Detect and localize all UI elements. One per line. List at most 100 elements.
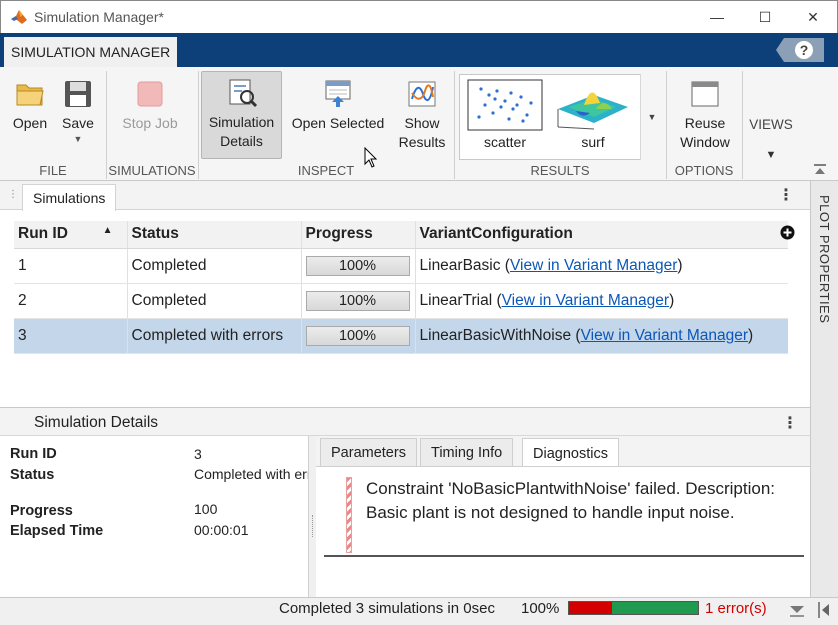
- error-indicator-icon: [346, 477, 352, 553]
- tab-diagnostics[interactable]: Diagnostics: [522, 438, 619, 468]
- scatter-plot-item[interactable]: scatter: [466, 79, 544, 150]
- show-results-label-line-2: Results: [398, 134, 446, 150]
- save-button[interactable]: Save ▼: [58, 79, 98, 145]
- cell-progress: 100%: [301, 318, 416, 354]
- column-header-run-id[interactable]: Run ID ▲: [14, 221, 128, 249]
- details-magnifier-icon: [229, 79, 257, 108]
- table-row[interactable]: 1 Completed 100% LinearBasic (View in Va…: [14, 248, 788, 284]
- surf-plot-icon: [557, 92, 628, 130]
- minimize-icon: —: [710, 9, 724, 25]
- view-in-variant-manager-link[interactable]: View in Variant Manager: [581, 327, 748, 344]
- drag-handle-icon[interactable]: ⋮: [8, 189, 18, 200]
- stop-job-label: Stop Job: [122, 115, 178, 131]
- scatter-plot-icon: [467, 79, 543, 131]
- details-tabs-panel: Parameters Timing Info Diagnostics Const…: [316, 436, 810, 597]
- tab-parameters[interactable]: Parameters: [320, 438, 417, 466]
- error-count[interactable]: 1 error(s): [705, 600, 767, 617]
- simulation-details-button[interactable]: Simulation Details: [201, 71, 282, 159]
- collapse-up-icon: [814, 164, 826, 174]
- collapse-ribbon-button[interactable]: [813, 163, 827, 175]
- surf-plot-item[interactable]: surf: [552, 79, 634, 150]
- stop-job-button[interactable]: Stop Job: [116, 79, 184, 133]
- open-button[interactable]: Open: [8, 79, 52, 133]
- cell-status: Completed with errors: [127, 318, 302, 354]
- column-header-status[interactable]: Status: [127, 221, 302, 249]
- reuse-window-label-line-1: Reuse: [684, 115, 726, 131]
- line-plot-icon: [408, 81, 436, 107]
- open-selected-label: Open Selected: [291, 115, 385, 131]
- details-properties: Run ID 3 Status Completed with errors Pr…: [0, 436, 309, 597]
- tab-simulations[interactable]: Simulations: [22, 184, 117, 211]
- ribbon: Open Save ▼ FILE Stop Job SIMULATIONS Si…: [0, 67, 838, 181]
- table-row[interactable]: 2 Completed 100% LinearTrial (View in Va…: [14, 283, 788, 319]
- gallery-expand-button[interactable]: ▼: [640, 74, 663, 160]
- status-menu-chevron-icon[interactable]: [789, 602, 805, 618]
- group-label-results: RESULTS: [530, 163, 590, 178]
- simulation-details-label-line-2: Details: [220, 133, 263, 149]
- help-icon: ?: [800, 42, 809, 58]
- column-header-progress[interactable]: Progress: [301, 221, 416, 249]
- cell-variant: LinearTrial (View in Variant Manager): [415, 283, 788, 319]
- save-label: Save: [62, 115, 94, 131]
- sort-ascending-icon: ▲: [102, 225, 113, 237]
- add-column-button[interactable]: [780, 225, 795, 240]
- open-label: Open: [12, 115, 48, 131]
- window-title: Simulation Manager*: [34, 9, 164, 25]
- cell-variant: LinearBasicWithNoise (View in Variant Ma…: [415, 318, 788, 354]
- view-in-variant-manager-link[interactable]: View in Variant Manager: [510, 257, 677, 274]
- folder-icon: [16, 84, 44, 106]
- plot-gallery: scatter surf: [459, 74, 663, 160]
- simulation-details-label-line-1: Simulation: [208, 114, 275, 130]
- progress-bar: 100%: [305, 290, 410, 311]
- help-button[interactable]: ?: [776, 38, 824, 62]
- chevron-down-icon: ▼: [647, 112, 657, 122]
- reuse-window-button[interactable]: Reuse Window: [676, 79, 734, 152]
- more-options-icon[interactable]: ⋮: [778, 185, 794, 205]
- group-label-inspect: INSPECT: [297, 163, 355, 178]
- plot-properties-panel[interactable]: PLOT PROPERTIES: [810, 181, 838, 597]
- tab-simulation-manager[interactable]: SIMULATION MANAGER: [4, 37, 178, 67]
- matlab-logo-icon: [11, 10, 27, 24]
- value-status: Completed with errors: [194, 466, 308, 482]
- simulation-details-title: Simulation Details: [34, 414, 159, 431]
- group-label-options: OPTIONS: [674, 163, 734, 178]
- window-icon: [691, 81, 719, 107]
- simulation-details-header: Simulation Details ⋮: [0, 407, 810, 436]
- save-dropdown-chevron-icon[interactable]: ▼: [58, 133, 98, 145]
- value-elapsed-time: 00:00:01: [194, 522, 249, 538]
- simulations-table: Run ID ▲ Status Progress VariantConfigur…: [14, 221, 788, 354]
- open-selected-button[interactable]: Open Selected: [288, 79, 388, 133]
- status-progress-error-segment: [569, 602, 612, 614]
- cell-run-id: 2: [14, 283, 128, 319]
- value-progress: 100: [194, 501, 218, 517]
- progress-bar: 100%: [305, 255, 410, 276]
- views-menu[interactable]: VIEWS ▼: [748, 115, 794, 165]
- floppy-disk-icon: [65, 81, 91, 107]
- cell-variant: LinearBasic (View in Variant Manager): [415, 248, 788, 284]
- status-text: Completed 3 simulations in 0sec: [279, 600, 495, 617]
- cell-progress: 100%: [301, 283, 416, 319]
- view-in-variant-manager-link[interactable]: View in Variant Manager: [502, 292, 669, 309]
- maximize-icon: ☐: [758, 8, 772, 25]
- column-header-variant-configuration[interactable]: VariantConfiguration: [415, 221, 788, 249]
- close-button[interactable]: ✕: [789, 1, 837, 33]
- table-row-selected[interactable]: 3 Completed with errors 100% LinearBasic…: [14, 318, 788, 354]
- show-results-button[interactable]: Show Results: [396, 79, 448, 152]
- cell-status: Completed: [127, 248, 302, 284]
- details-more-options-icon[interactable]: ⋮: [782, 413, 798, 433]
- ribbon-separator: [742, 71, 743, 179]
- diagnostic-message: Constraint 'NoBasicPlantwithNoise' faile…: [366, 479, 776, 522]
- collapse-panel-icon[interactable]: [817, 601, 831, 619]
- cell-run-id: 1: [14, 248, 128, 284]
- surf-label: surf: [581, 134, 605, 150]
- status-progress-bar: [568, 601, 699, 615]
- tab-timing-info[interactable]: Timing Info: [420, 438, 514, 466]
- minimize-button[interactable]: —: [693, 1, 741, 33]
- panel-splitter-handle[interactable]: [312, 515, 314, 537]
- maximize-button[interactable]: ☐: [741, 1, 789, 33]
- close-icon: ✕: [807, 8, 819, 25]
- show-results-label-line-1: Show: [404, 115, 440, 131]
- status-percent: 100%: [521, 600, 560, 617]
- diagnostics-divider: [324, 555, 804, 557]
- progress-bar: 100%: [305, 325, 410, 346]
